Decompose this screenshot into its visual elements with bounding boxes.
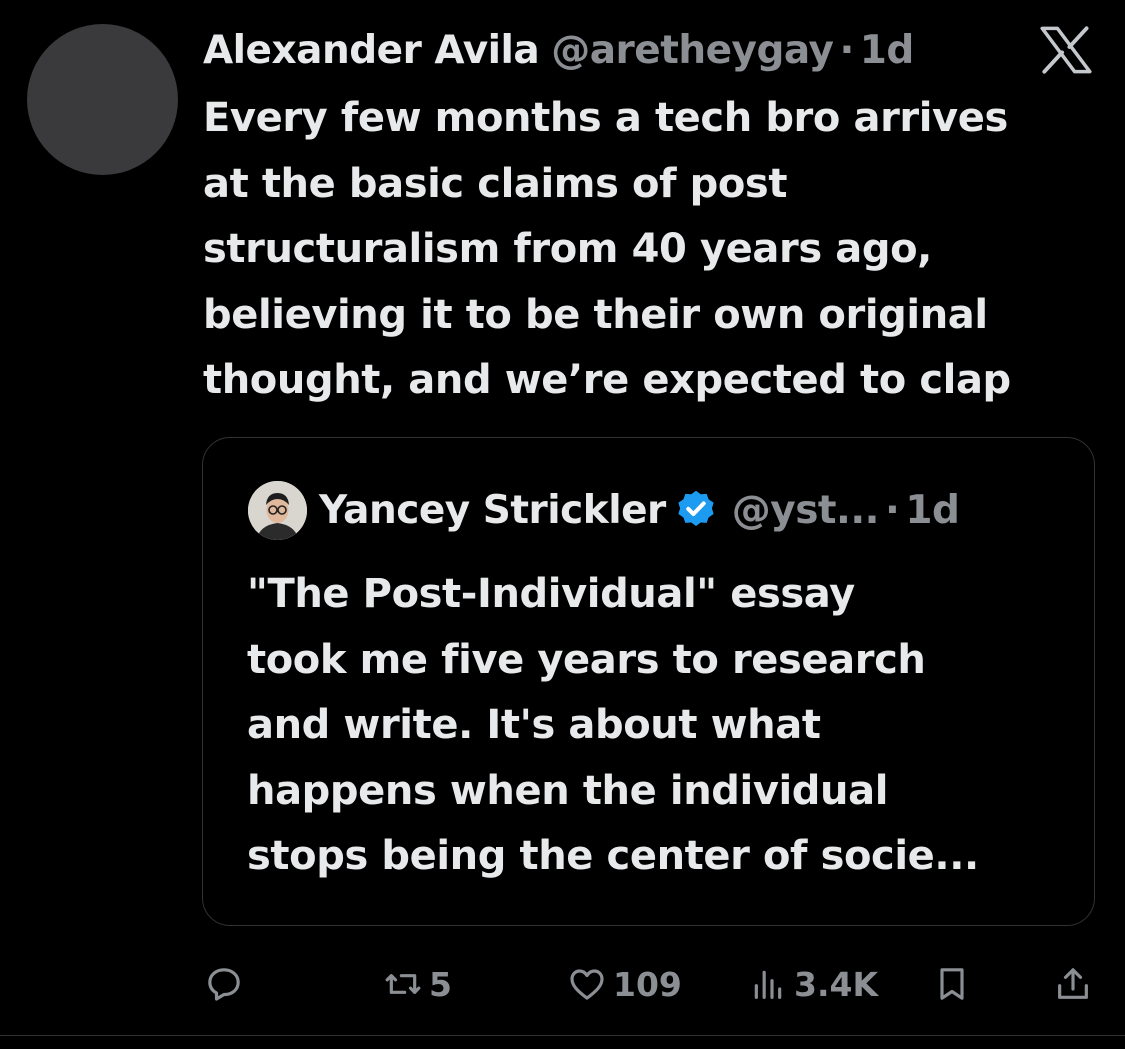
tweet-text: Every few months a tech bro arrives at t…: [203, 86, 1108, 414]
reply-icon: [208, 968, 240, 1001]
quoted-tweet[interactable]: Yancey Strickler @yst... · 1d "The Post-…: [202, 437, 1095, 926]
author-name[interactable]: Alexander Avila: [203, 28, 540, 73]
retweet-icon: [385, 974, 421, 994]
tweet-text-line: Every few months a tech bro arrives: [203, 95, 1008, 141]
bookmark-button[interactable]: [932, 956, 972, 1012]
quoted-text-line: "The Post-Individual" essay: [247, 571, 855, 617]
quoted-text-line: and write. It's about what: [247, 702, 821, 748]
quoted-text-line: stops being the center of socie...: [247, 833, 979, 879]
person-avatar-icon: [248, 481, 307, 540]
retweet-button[interactable]: 5: [383, 956, 452, 1012]
heart-icon: [570, 969, 604, 1000]
quoted-text-line: happens when the individual: [247, 767, 889, 814]
tweet-text-line: believing it to be their own original: [203, 291, 988, 338]
quoted-author-name[interactable]: Yancey Strickler: [319, 488, 666, 533]
tweet-text-line: thought, and we’re expected to clap: [203, 357, 1011, 403]
quoted-tweet-header: Yancey Strickler @yst... · 1d: [319, 482, 960, 538]
share-icon: [1058, 968, 1088, 999]
author-handle[interactable]: @aretheygay: [551, 28, 834, 73]
tweet-text-line: structuralism from 40 years ago,: [203, 226, 932, 272]
tweet-timestamp[interactable]: 1d: [860, 28, 915, 73]
tweet-actions-bar: 5 109 3.4K: [0, 956, 1125, 1012]
separator-dot: ·: [839, 27, 854, 73]
quoted-tweet-timestamp[interactable]: 1d: [905, 488, 960, 533]
bottom-divider: [0, 1035, 1125, 1036]
separator-dot: ·: [885, 487, 900, 533]
share-button[interactable]: [1053, 956, 1093, 1012]
reply-button[interactable]: [204, 956, 250, 1012]
bookmark-icon: [940, 968, 964, 1000]
like-count: 109: [613, 964, 682, 1004]
quoted-text-line: took me five years to research: [247, 636, 926, 683]
views-button[interactable]: 3.4K: [748, 956, 878, 1012]
quoted-author-handle[interactable]: @yst...: [732, 488, 880, 533]
x-logo-icon: [1040, 26, 1092, 74]
retweet-count: 5: [429, 964, 452, 1004]
views-count: 3.4K: [794, 964, 879, 1004]
tweet[interactable]: Alexander Avila @aretheygay · 1d Every f…: [0, 0, 1125, 1049]
quoted-tweet-text: "The Post-Individual" essay took me five…: [247, 562, 1067, 890]
like-button[interactable]: 109: [567, 956, 682, 1012]
verified-badge-icon: [678, 490, 714, 526]
views-icon: [754, 970, 782, 999]
tweet-text-line: at the basic claims of post: [203, 160, 788, 207]
author-avatar[interactable]: [27, 24, 178, 175]
quoted-author-avatar[interactable]: [248, 481, 307, 540]
tweet-header: Alexander Avila @aretheygay · 1d: [203, 22, 914, 78]
